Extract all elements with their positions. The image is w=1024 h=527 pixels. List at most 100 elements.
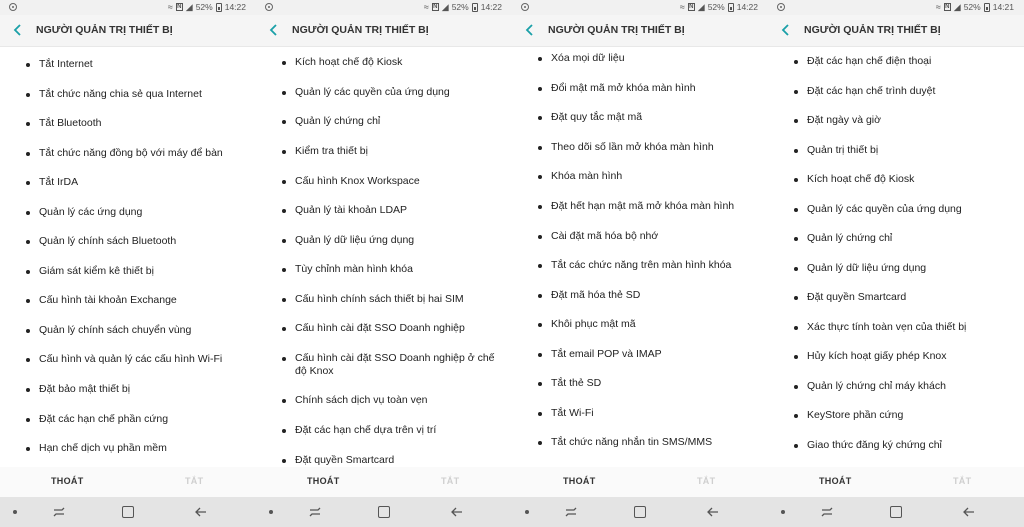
status-bar: ≈ N ◢ 52% 14:22 [512, 0, 768, 15]
back-icon[interactable] [194, 505, 208, 519]
permission-list-item[interactable]: Tắt email POP và IMAP [512, 348, 768, 361]
permission-list-item[interactable]: Đặt quyền Smartcard [256, 454, 512, 467]
settings-screen: ≈ N ◢ 52% 14:21 NGƯỜI QUẢN TRỊ THIẾT BỊ Đặt cá… [768, 0, 1024, 527]
wifi-icon: ≈ [935, 2, 941, 12]
permission-list-item[interactable]: Tắt chức năng nhắn tin SMS/MMS [512, 436, 768, 449]
permission-list-item[interactable]: Đặt các hạn chế dựa trên vị trí [256, 424, 512, 437]
permission-list-item[interactable]: Tắt chức năng đồng bộ với máy để bàn [0, 147, 256, 160]
home-icon[interactable] [890, 506, 902, 518]
back-arrow-icon[interactable] [778, 20, 794, 40]
permission-list-item[interactable]: Quản lý các quyền của ứng dụng [768, 203, 1024, 216]
clock: 14:21 [992, 2, 1014, 12]
permission-list-item[interactable]: Kích hoạt chế độ Kiosk [256, 56, 512, 69]
permission-list-item[interactable]: Quản lý dữ liệu ứng dụng [768, 262, 1024, 275]
button-bar: THOÁT TẮT [768, 467, 1024, 497]
page-title: NGƯỜI QUẢN TRỊ THIẾT BỊ [548, 24, 685, 36]
permission-list-item[interactable]: Cấu hình chính sách thiết bị hai SIM [256, 293, 512, 306]
permission-list-item[interactable]: Hủy kích hoạt giấy phép Knox [768, 350, 1024, 363]
permission-list-item[interactable]: Khôi phục mật mã [512, 318, 768, 331]
permission-list-item[interactable]: Đặt mã hóa thẻ SD [512, 289, 768, 302]
status-icons: ≈ N ◢ 52% 14:22 [424, 2, 502, 12]
permission-list-item[interactable]: KeyStore phần cứng [768, 409, 1024, 422]
permission-list-item[interactable]: Hạn chế dịch vụ phần mềm [0, 442, 256, 455]
button-bar: THOÁT TẮT [512, 467, 768, 497]
permission-list-item[interactable]: Quản lý chính sách chuyển vùng [0, 324, 256, 337]
permission-list-item[interactable]: Tắt các chức năng trên màn hình khóa [512, 259, 768, 272]
settings-screen: ≈ N ◢ 52% 14:22 NGƯỜI QUẢN TRỊ THIẾT BỊ Tắt In… [0, 0, 256, 527]
exit-button[interactable]: THOÁT [819, 476, 852, 486]
permission-list-item[interactable]: Quản lý các ứng dụng [0, 206, 256, 219]
permission-list-item[interactable]: Đặt các hạn chế phần cứng [0, 413, 256, 426]
navigation-bar [0, 497, 256, 527]
back-icon[interactable] [450, 505, 464, 519]
permission-list-item[interactable]: Quản trị thiết bị [768, 144, 1024, 157]
nav-dot-icon[interactable] [525, 510, 529, 514]
battery-text: 52% [451, 2, 469, 12]
recent-apps-icon[interactable] [52, 505, 66, 519]
back-icon[interactable] [706, 505, 720, 519]
permission-list-item[interactable]: Quản lý các quyền của ứng dụng [256, 86, 512, 99]
permission-list-item[interactable]: Đặt ngày và giờ [768, 114, 1024, 127]
recent-apps-icon[interactable] [308, 505, 322, 519]
permission-list-item[interactable]: Quản lý tài khoản LDAP [256, 204, 512, 217]
permission-list-item[interactable]: Tùy chỉnh màn hình khóa [256, 263, 512, 276]
permission-list-item[interactable]: Cấu hình Knox Workspace [256, 175, 512, 188]
battery-icon [471, 2, 478, 12]
permission-list-item[interactable]: Xóa mọi dữ liệu [512, 52, 768, 65]
button-bar: THOÁT TẮT [0, 467, 256, 497]
permission-list-item[interactable]: Tắt chức năng chia sẻ qua Internet [0, 88, 256, 101]
permission-list-item[interactable]: Đặt bảo mật thiết bị [0, 383, 256, 396]
permission-list-item[interactable]: Quản lý chứng chỉ [256, 115, 512, 128]
permission-list-item[interactable]: Kiểm tra thiết bị [256, 145, 512, 158]
back-arrow-icon[interactable] [266, 20, 282, 40]
wifi-icon: ≈ [423, 2, 429, 12]
back-arrow-icon[interactable] [522, 20, 538, 40]
permission-list-item[interactable]: Tắt IrDA [0, 176, 256, 189]
permission-list-item[interactable]: Cài đặt mã hóa bộ nhớ [512, 230, 768, 243]
nav-dot-icon[interactable] [269, 510, 273, 514]
battery-text: 52% [195, 2, 213, 12]
permission-list-item[interactable]: Quản lý chính sách Bluetooth [0, 235, 256, 248]
status-bar: ≈ N ◢ 52% 14:22 [256, 0, 512, 15]
permission-list-item[interactable]: Đặt các hạn chế điện thoại [768, 55, 1024, 68]
permission-list-item[interactable]: Giám sát kiểm kê thiết bị [0, 265, 256, 278]
permission-list-item[interactable]: Đổi mật mã mở khóa màn hình [512, 82, 768, 95]
screenshot-collage: ≈ N ◢ 52% 14:22 NGƯỜI QUẢN TRỊ THIẾT BỊ Tắt In… [0, 0, 1024, 527]
exit-button[interactable]: THOÁT [563, 476, 596, 486]
permission-list-item[interactable]: Tắt thẻ SD [512, 377, 768, 390]
permission-list-item[interactable]: Đặt các hạn chế trình duyệt [768, 85, 1024, 98]
permission-list-item[interactable]: Chính sách dịch vụ toàn vẹn [256, 394, 512, 407]
permission-list-item[interactable]: Cấu hình tài khoản Exchange [0, 294, 256, 307]
exit-button[interactable]: THOÁT [307, 476, 340, 486]
permission-list-item[interactable]: Cấu hình cài đặt SSO Doanh nghiệp [256, 322, 512, 335]
back-icon[interactable] [962, 505, 976, 519]
permission-list-item[interactable]: Tắt Bluetooth [0, 117, 256, 130]
recent-apps-icon[interactable] [564, 505, 578, 519]
nav-dot-icon[interactable] [781, 510, 785, 514]
permission-list-item[interactable]: Theo dõi số lần mở khóa màn hình [512, 141, 768, 154]
permission-list-item[interactable]: Đặt quyền Smartcard [768, 291, 1024, 304]
recent-apps-icon[interactable] [820, 505, 834, 519]
battery-icon [983, 2, 990, 12]
permission-list-item[interactable]: Giao thức đăng ký chứng chỉ [768, 439, 1024, 452]
home-icon[interactable] [378, 506, 390, 518]
permission-list-item[interactable]: Khóa màn hình [512, 170, 768, 183]
permission-list-item[interactable]: Cấu hình cài đặt SSO Doanh nghiệp ở chế … [256, 352, 512, 378]
permission-list-item[interactable]: Cấu hình và quản lý các cấu hình Wi-Fi [0, 353, 256, 366]
home-icon[interactable] [122, 506, 134, 518]
permission-list-item[interactable]: Tắt Wi-Fi [512, 407, 768, 420]
permission-list-item[interactable]: Tắt Internet [0, 58, 256, 71]
permission-list-item[interactable]: Quản lý chứng chỉ máy khách [768, 380, 1024, 393]
home-icon[interactable] [634, 506, 646, 518]
permission-list-item[interactable]: Đặt hết hạn mật mã mở khóa màn hình [512, 200, 768, 213]
permission-list-item[interactable]: Quản lý dữ liệu ứng dụng [256, 234, 512, 247]
permission-list-item[interactable]: Quản lý chứng chỉ [768, 232, 1024, 245]
back-arrow-icon[interactable] [10, 20, 26, 40]
notification-icon [265, 3, 273, 11]
permission-list-item[interactable]: Xác thực tính toàn vẹn của thiết bị [768, 321, 1024, 334]
status-icons: ≈ N ◢ 52% 14:21 [936, 2, 1014, 12]
nav-dot-icon[interactable] [13, 510, 17, 514]
exit-button[interactable]: THOÁT [51, 476, 84, 486]
permission-list-item[interactable]: Kích hoạt chế độ Kiosk [768, 173, 1024, 186]
permission-list-item[interactable]: Đặt quy tắc mật mã [512, 111, 768, 124]
